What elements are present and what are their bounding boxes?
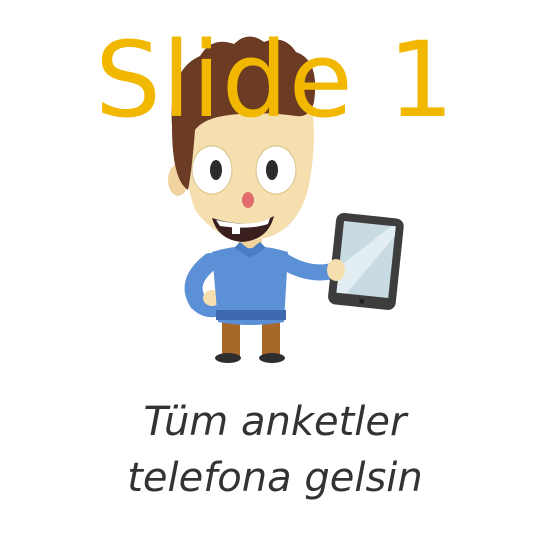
- slide-canvas: Slide 1 Tüm anketler telefona gelsin: [0, 0, 550, 550]
- tagline: Tüm anketler telefona gelsin: [0, 394, 550, 506]
- tagline-line-1: Tüm anketler: [143, 399, 407, 445]
- tagline-line-2: telefona gelsin: [127, 455, 423, 501]
- slide-title: Slide 1: [94, 19, 456, 141]
